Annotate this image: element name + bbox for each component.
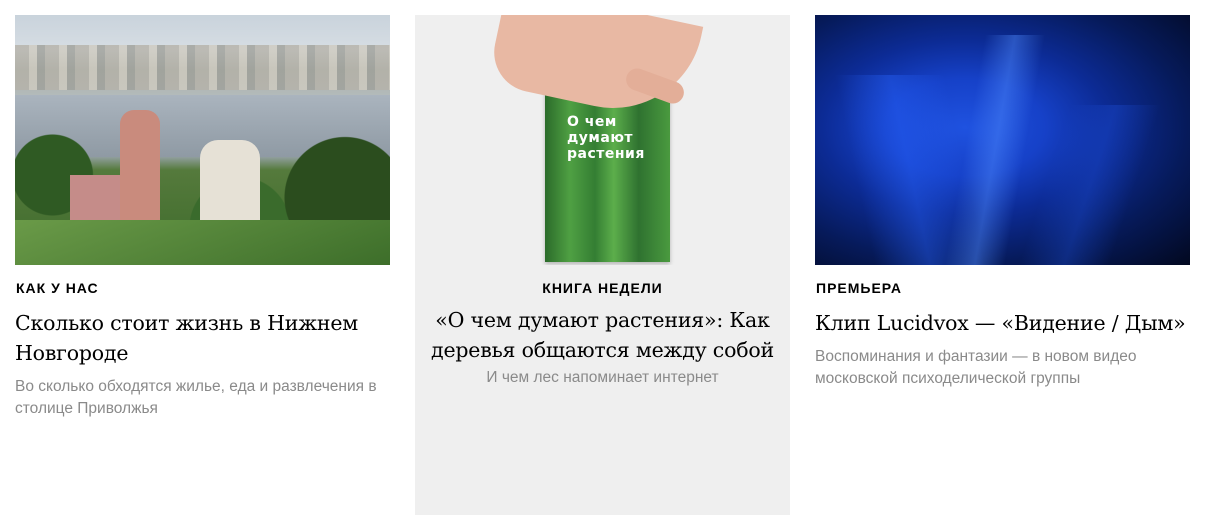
- article-title[interactable]: Клип Lucidvox — «Видение / Дым»: [815, 308, 1190, 338]
- article-image[interactable]: О чем думают растения: [415, 15, 790, 265]
- article-card-nizhny-novgorod[interactable]: Как у нас Сколько стоит жизнь в Нижнем Н…: [15, 15, 390, 435]
- article-rubric[interactable]: Как у нас: [15, 280, 390, 296]
- article-subtitle: Во сколько обходятся жилье, еда и развле…: [15, 378, 377, 417]
- grass-slope: [15, 220, 390, 265]
- article-image[interactable]: [815, 15, 1190, 265]
- article-title[interactable]: Сколько стоит жизнь в Нижнем Новгороде: [15, 308, 390, 368]
- church: [200, 140, 260, 220]
- article-card-book-of-week[interactable]: О чем думают растения Книга недели «О че…: [415, 15, 790, 515]
- book-cover-title: О чем думают растения: [567, 114, 645, 162]
- veil-fold: [1019, 105, 1161, 265]
- article-subtitle: Воспоминания и фантазии — в новом видео …: [815, 348, 1137, 387]
- article-image[interactable]: [15, 15, 390, 265]
- article-rubric[interactable]: Премьера: [815, 280, 1190, 296]
- article-title[interactable]: «О чем думают растения»: Как деревья общ…: [415, 306, 790, 365]
- article-subtitle: И чем лес напоминает интернет: [486, 369, 719, 386]
- article-rubric[interactable]: Книга недели: [415, 280, 790, 296]
- article-card-lucidvox-premiere[interactable]: Премьера Клип Lucidvox — «Видение / Дым»…: [815, 15, 1190, 435]
- church-tower: [120, 110, 160, 225]
- city-buildings: [15, 45, 390, 90]
